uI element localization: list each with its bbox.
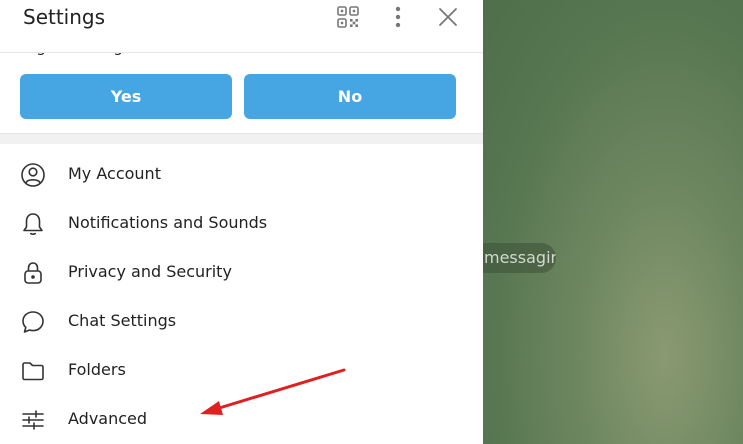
menu-item-privacy-security[interactable]: Privacy and Security bbox=[0, 248, 483, 297]
close-button[interactable] bbox=[435, 4, 461, 30]
menu-item-advanced[interactable]: Advanced bbox=[0, 395, 483, 444]
account-circle-icon bbox=[21, 163, 45, 187]
yes-button[interactable]: Yes bbox=[20, 74, 232, 119]
menu-item-notifications[interactable]: Notifications and Sounds bbox=[0, 199, 483, 248]
menu-item-chat-settings[interactable]: Chat Settings bbox=[0, 297, 483, 346]
menu-item-label: Privacy and Security bbox=[68, 262, 232, 281]
sliders-icon bbox=[22, 410, 44, 430]
more-vertical-icon bbox=[395, 6, 401, 28]
chat-bubble-icon bbox=[22, 311, 44, 333]
menu-item-label: Chat Settings bbox=[68, 311, 177, 330]
no-button[interactable]: No bbox=[244, 74, 456, 119]
close-icon bbox=[439, 8, 457, 26]
menu-item-label: Notifications and Sounds bbox=[68, 213, 268, 232]
menu-item-folders[interactable]: Folders bbox=[0, 346, 483, 395]
chat-background bbox=[483, 0, 743, 444]
settings-header: Settings bbox=[0, 0, 483, 53]
menu-item-label: Advanced bbox=[68, 409, 148, 428]
qr-code-icon bbox=[337, 6, 359, 28]
page-title: Settings bbox=[23, 5, 106, 29]
section-divider bbox=[0, 133, 483, 144]
bell-icon bbox=[23, 213, 43, 235]
folder-icon bbox=[22, 362, 44, 381]
more-options-button[interactable] bbox=[385, 4, 411, 30]
lock-icon bbox=[24, 262, 42, 284]
menu-item-label: My Account bbox=[68, 164, 161, 183]
menu-item-label: Folders bbox=[68, 360, 126, 379]
settings-panel: log into Telegram. Learn More Settings bbox=[0, 0, 483, 444]
qr-code-button[interactable] bbox=[335, 4, 361, 30]
menu-item-my-account[interactable]: My Account bbox=[0, 150, 483, 199]
